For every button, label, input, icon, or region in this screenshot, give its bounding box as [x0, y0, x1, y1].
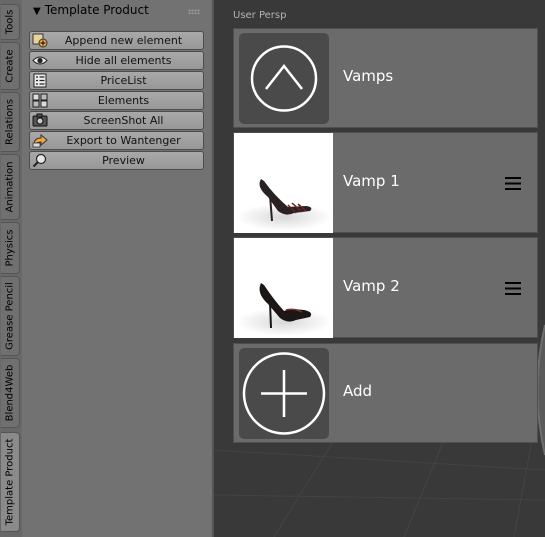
button-label: PriceList — [100, 74, 147, 87]
button-label: Preview — [102, 154, 145, 167]
tab-label: Relations — [4, 99, 16, 145]
card-name: Vamp 1 — [343, 172, 400, 190]
preview-button[interactable]: Preview — [29, 151, 204, 170]
tab-template-product[interactable]: Template Product — [1, 432, 20, 532]
tab-blend4web[interactable]: Blend4Web — [1, 358, 20, 428]
tab-physics[interactable]: Physics — [1, 222, 20, 274]
eye-icon — [32, 56, 48, 65]
button-label: Export to Wantenger — [66, 134, 181, 147]
card-thumbnail — [234, 133, 333, 233]
tab-label: Create — [4, 49, 16, 83]
screenshot-all-button[interactable]: ScreenShot All — [29, 111, 204, 130]
tool-shelf-panel: ▼ Template Product Append new element Hid… — [22, 0, 214, 537]
drag-handle-icon[interactable] — [188, 9, 200, 14]
list-icon — [33, 73, 47, 88]
tool-tab-strip: Tools Create Relations Animation Physics… — [0, 0, 23, 537]
append-new-element-button[interactable]: Append new element — [29, 31, 204, 50]
export-to-wantenger-button[interactable]: Export to Wantenger — [29, 131, 204, 150]
product-card-vamp-1[interactable]: Vamp 1 — [233, 132, 538, 233]
tab-grease-pencil[interactable]: Grease Pencil — [1, 276, 20, 356]
product-card-vamp-2[interactable]: Vamp 2 — [233, 237, 538, 338]
export-icon — [32, 133, 48, 148]
tab-tools[interactable]: Tools — [1, 4, 20, 40]
hamburger-menu-icon[interactable] — [505, 177, 521, 190]
card-name: Add — [343, 382, 373, 400]
button-label: Append new element — [64, 34, 183, 47]
elements-icon — [32, 93, 48, 108]
tab-label: Physics — [4, 229, 16, 267]
chevron-up-icon — [250, 45, 318, 112]
elements-button[interactable]: Elements — [29, 91, 204, 110]
tab-label: Tools — [4, 9, 16, 35]
button-label: Hide all elements — [75, 54, 172, 67]
tab-label: Blend4Web — [4, 364, 16, 422]
add-card[interactable]: Add — [233, 343, 538, 443]
hide-all-elements-button[interactable]: Hide all elements — [29, 51, 204, 70]
card-thumbnail — [234, 238, 333, 338]
panel-title: ▼ Template Product — [33, 3, 149, 17]
3d-viewport[interactable]: User Persp Vamps Vamp 1 Vamp 2 Add — [214, 0, 545, 537]
hamburger-menu-icon[interactable] — [505, 282, 521, 295]
panel-title-text: Template Product — [44, 3, 149, 17]
card-name: Vamps — [343, 67, 394, 85]
pricelist-button[interactable]: PriceList — [29, 71, 204, 90]
card-name: Vamp 2 — [343, 277, 400, 295]
tab-animation[interactable]: Animation — [1, 154, 20, 220]
tab-label: Grease Pencil — [4, 282, 16, 350]
tab-relations[interactable]: Relations — [1, 92, 20, 152]
card-thumbnail — [239, 348, 329, 439]
preview-icon — [32, 153, 47, 168]
append-element-icon — [32, 33, 48, 48]
card-thumbnail — [239, 33, 329, 124]
viewport-label: User Persp — [233, 10, 287, 21]
button-label: Elements — [97, 94, 150, 107]
camera-icon — [32, 113, 48, 127]
sandal-thumbnail — [236, 283, 332, 336]
plus-icon — [242, 352, 326, 435]
category-card-vamps[interactable]: Vamps — [233, 28, 538, 128]
tab-label: Animation — [4, 161, 16, 213]
button-label: ScreenShot All — [83, 114, 164, 127]
operator-button-column: Append new element Hide all elements Pri… — [29, 31, 204, 171]
sandal-thumbnail — [236, 179, 332, 231]
tab-label: Template Product — [4, 438, 16, 526]
tab-create[interactable]: Create — [1, 42, 20, 90]
collapse-arrow-icon[interactable]: ▼ — [33, 6, 41, 17]
panel-header[interactable]: ▼ Template Product — [22, 0, 212, 22]
